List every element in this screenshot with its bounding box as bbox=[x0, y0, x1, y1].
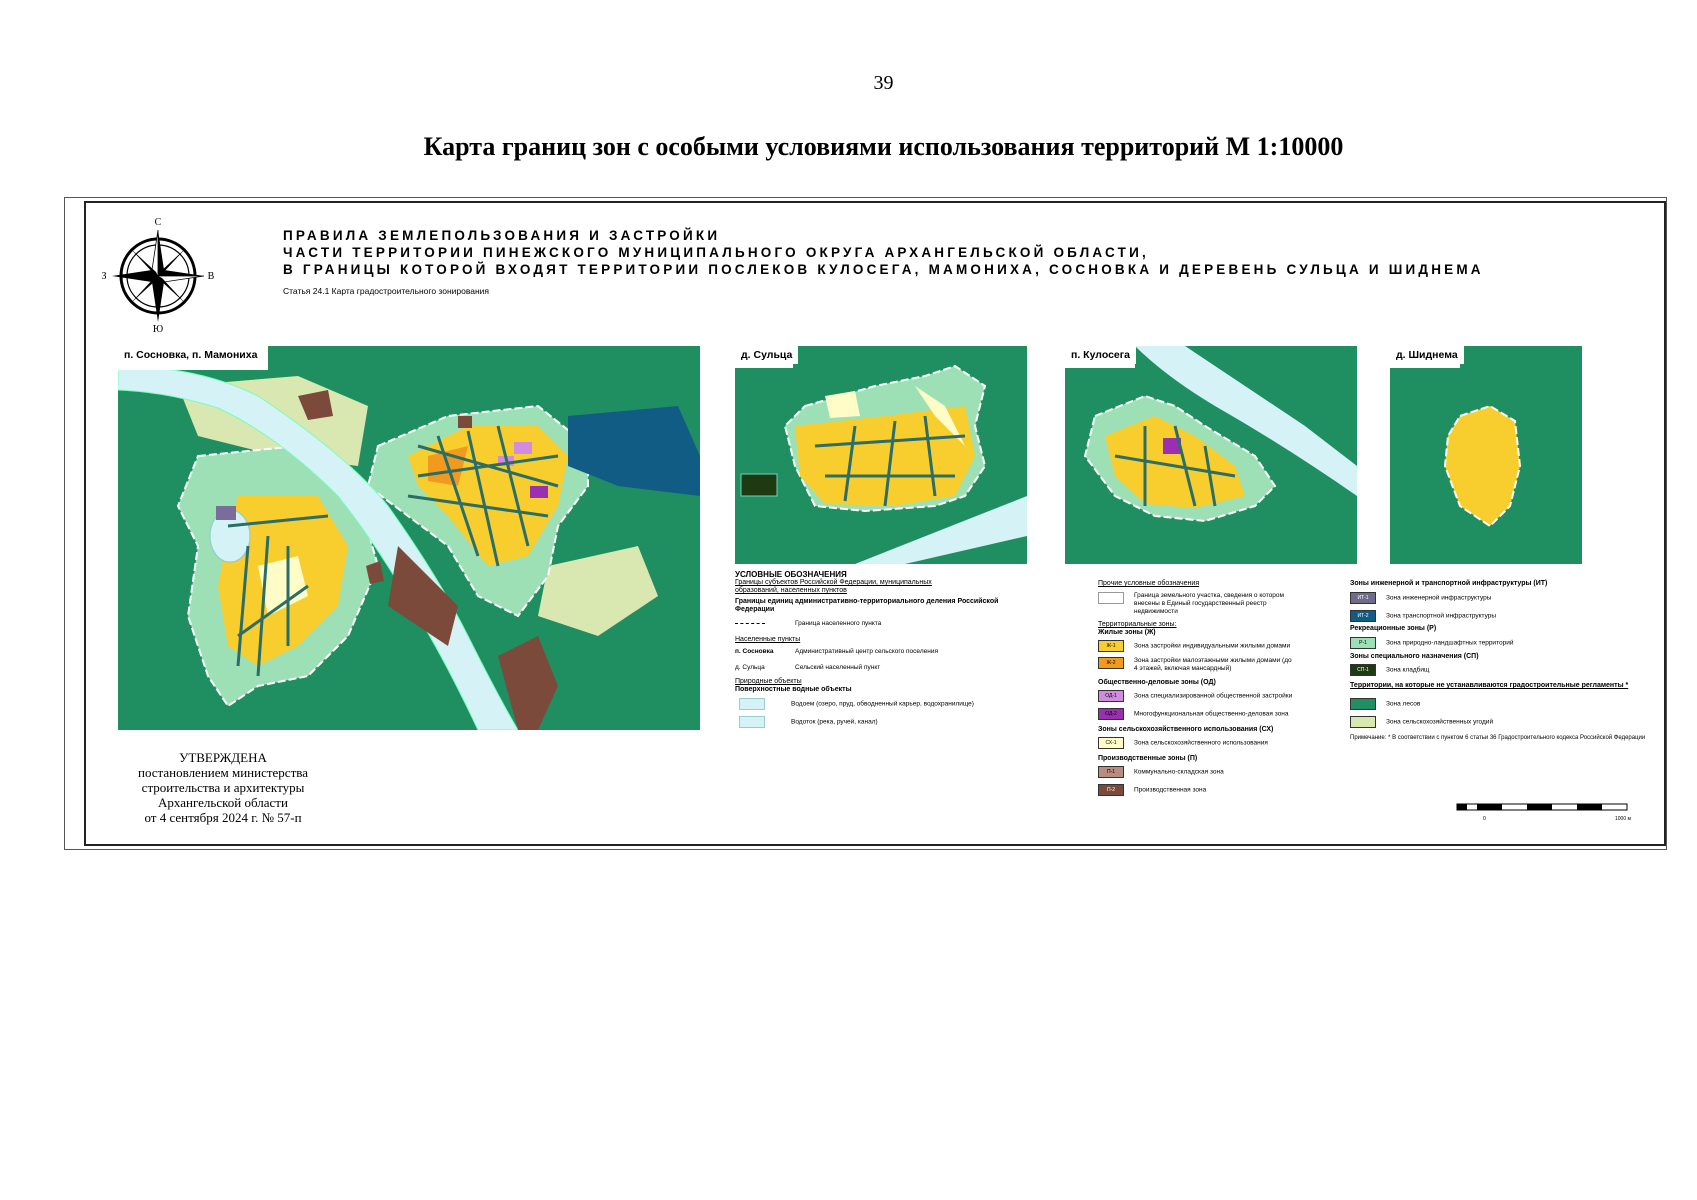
swatch-p2: П-2 bbox=[1098, 784, 1124, 796]
legend-special-zones: Зоны специального назначения (СП) bbox=[1350, 653, 1479, 660]
map-label-sosnovka: п. Сосновка, п. Мамониха bbox=[118, 346, 264, 364]
approval-line-5: от 4 сентября 2024 г. № 57-п bbox=[144, 810, 302, 825]
legend-col-1: УСЛОВНЫЕ ОБОЗНАЧЕНИЯ Границы субъектов Р… bbox=[735, 571, 1035, 728]
legend-forest: Зона лесов bbox=[1386, 700, 1421, 708]
scale-start: 0 bbox=[1483, 816, 1486, 822]
sheet-subtitle: Статья 24.1 Карта градостроительного зон… bbox=[283, 286, 490, 296]
legend-agri-land: Зона сельскохозяйственных угодий bbox=[1386, 718, 1494, 726]
legend-public-zones: Общественно-деловые зоны (ОД) bbox=[1098, 679, 1216, 686]
legend-natural-title: Природные объекты bbox=[735, 678, 802, 685]
swatch-forest bbox=[1350, 698, 1376, 710]
legend-settlement-border: Граница населенного пункта bbox=[795, 620, 882, 627]
swatch-r1: Р-1 bbox=[1350, 637, 1376, 649]
legend-surface-water: Поверхностные водные объекты bbox=[735, 686, 852, 693]
header-line-1: ПРАВИЛА ЗЕМЛЕПОЛЬЗОВАНИЯ И ЗАСТРОЙКИ bbox=[283, 228, 721, 243]
swatch-land-plot bbox=[1098, 592, 1124, 604]
legend-skh1: Зона сельскохозяйственного использования bbox=[1134, 739, 1268, 747]
compass-s: Ю bbox=[153, 324, 163, 334]
approval-block: УТВЕРЖДЕНА постановлением министерства с… bbox=[118, 750, 328, 825]
map-label-kulosega: п. Кулосега bbox=[1065, 346, 1136, 364]
legend-admin-borders: Границы единиц административно-территори… bbox=[735, 598, 999, 613]
map-label-sultsa: д. Сульца bbox=[735, 346, 799, 364]
header-line-3: В ГРАНИЦЫ КОТОРОЙ ВХОДЯТ ТЕРРИТОРИИ ПОСЛ… bbox=[283, 262, 1484, 277]
approval-line-2: постановлением министерства bbox=[137, 765, 308, 780]
swatch-watercourse bbox=[739, 716, 765, 728]
legend-zh1: Зона застройки индивидуальными жилыми до… bbox=[1134, 642, 1291, 650]
legend-od2: Многофункциональная общественно-деловая … bbox=[1134, 710, 1289, 718]
compass-rose-icon: С Ю З В bbox=[101, 217, 215, 334]
map-kulosega bbox=[1065, 346, 1357, 564]
legend-admin-center: Административный центр сельского поселен… bbox=[795, 648, 938, 655]
approval-line-1: УТВЕРЖДЕНА bbox=[179, 750, 267, 765]
legend-col-3: Зоны инженерной и транспортной инфрастру… bbox=[1350, 580, 1650, 742]
swatch-zh2: Ж-2 bbox=[1098, 657, 1124, 669]
legend-p2: Производственная зона bbox=[1134, 786, 1207, 794]
swatch-it1: ИТ-1 bbox=[1350, 592, 1376, 604]
swatch-sp1: СП-1 bbox=[1350, 664, 1376, 676]
compass-w: З bbox=[101, 271, 106, 282]
legend-land-plot: Граница земельного участка, сведения о к… bbox=[1134, 592, 1284, 615]
legend-it2: Зона транспортной инфраструктуры bbox=[1386, 612, 1497, 620]
legend-admin-center-sample: п. Сосновка bbox=[735, 648, 774, 655]
map-label-shidnema: д. Шиднема bbox=[1390, 346, 1464, 364]
compass-n: С bbox=[155, 217, 162, 228]
legend-main-title: УСЛОВНЫЕ ОБОЗНАЧЕНИЯ bbox=[735, 570, 847, 579]
legend-zh2: Зона застройки малоэтажными жилыми домам… bbox=[1134, 657, 1292, 672]
scale-bar: 0 1000 м bbox=[1456, 803, 1632, 822]
legend-col-2: Прочие условные обозначения Граница земе… bbox=[1098, 580, 1348, 796]
scale-end: 1000 м bbox=[1615, 816, 1632, 822]
map-shidnema bbox=[1390, 346, 1582, 564]
swatch-od2: ОД-2 bbox=[1098, 708, 1124, 720]
swatch-od1: ОД-1 bbox=[1098, 690, 1124, 702]
legend-r1: Зона природно-ландшафтных территорий bbox=[1386, 639, 1514, 647]
legend-other-title: Прочие условные обозначения bbox=[1098, 580, 1200, 587]
legend-agri-zones: Зоны сельскохозяйственного использования… bbox=[1098, 726, 1274, 733]
legend-it1: Зона инженерной инфраструктуры bbox=[1386, 594, 1492, 602]
header-line-2: ЧАСТИ ТЕРРИТОРИИ ПИНЕЖСКОГО МУНИЦИПАЛЬНО… bbox=[283, 245, 1149, 260]
swatch-skh1: СХ-1 bbox=[1098, 737, 1124, 749]
legend-sp1: Зона кладбищ bbox=[1386, 666, 1430, 674]
legend-infra-zones: Зоны инженерной и транспортной инфрастру… bbox=[1350, 580, 1548, 587]
swatch-agri-land bbox=[1350, 716, 1376, 728]
legend-rec-zones: Рекреационные зоны (Р) bbox=[1350, 625, 1437, 632]
legend-p1: Коммунально-складская зона bbox=[1134, 768, 1224, 776]
approval-line-3: строительства и архитектуры bbox=[141, 780, 305, 795]
swatch-p1: П-1 bbox=[1098, 766, 1124, 778]
swatch-zh1: Ж-1 bbox=[1098, 640, 1124, 652]
approval-line-4: Архангельской области bbox=[158, 795, 288, 810]
legend-reservoir: Водоем (озеро, пруд, обводненный карьер,… bbox=[791, 700, 974, 708]
compass-e: В bbox=[208, 271, 215, 282]
document-title: Карта границ зон с особыми условиями исп… bbox=[423, 132, 1344, 161]
map-sultsa bbox=[735, 346, 1027, 564]
legend-rural-sample: д. Сульца bbox=[735, 664, 765, 671]
legend-od1: Зона специализированной общественной зас… bbox=[1134, 692, 1293, 700]
legend-residential-zones: Жилые зоны (Ж) bbox=[1098, 629, 1156, 636]
legend-note: Примечание: * В соответствии с пунктом 6… bbox=[1350, 735, 1646, 741]
map-sosnovka bbox=[118, 346, 700, 730]
legend-rural: Сельский населенный пункт bbox=[795, 664, 881, 671]
swatch-reservoir bbox=[739, 698, 765, 710]
legend-no-regs-title: Территории, на которые не устанавливаютс… bbox=[1350, 682, 1629, 689]
page-number: 39 bbox=[873, 72, 894, 94]
legend-territorial-zones: Территориальные зоны: bbox=[1098, 621, 1177, 628]
legend-settlements-title: Населенные пункты bbox=[735, 636, 801, 643]
legend-borders-title: Границы субъектов Российской Федерации, … bbox=[735, 579, 932, 594]
swatch-it2: ИТ-2 bbox=[1350, 610, 1376, 622]
sheet-header: ПРАВИЛА ЗЕМЛЕПОЛЬЗОВАНИЯ И ЗАСТРОЙКИ ЧАС… bbox=[283, 227, 1484, 278]
legend-watercourse: Водоток (река, ручей, канал) bbox=[791, 718, 878, 726]
legend-prod-zones: Производственные зоны (П) bbox=[1098, 755, 1198, 762]
